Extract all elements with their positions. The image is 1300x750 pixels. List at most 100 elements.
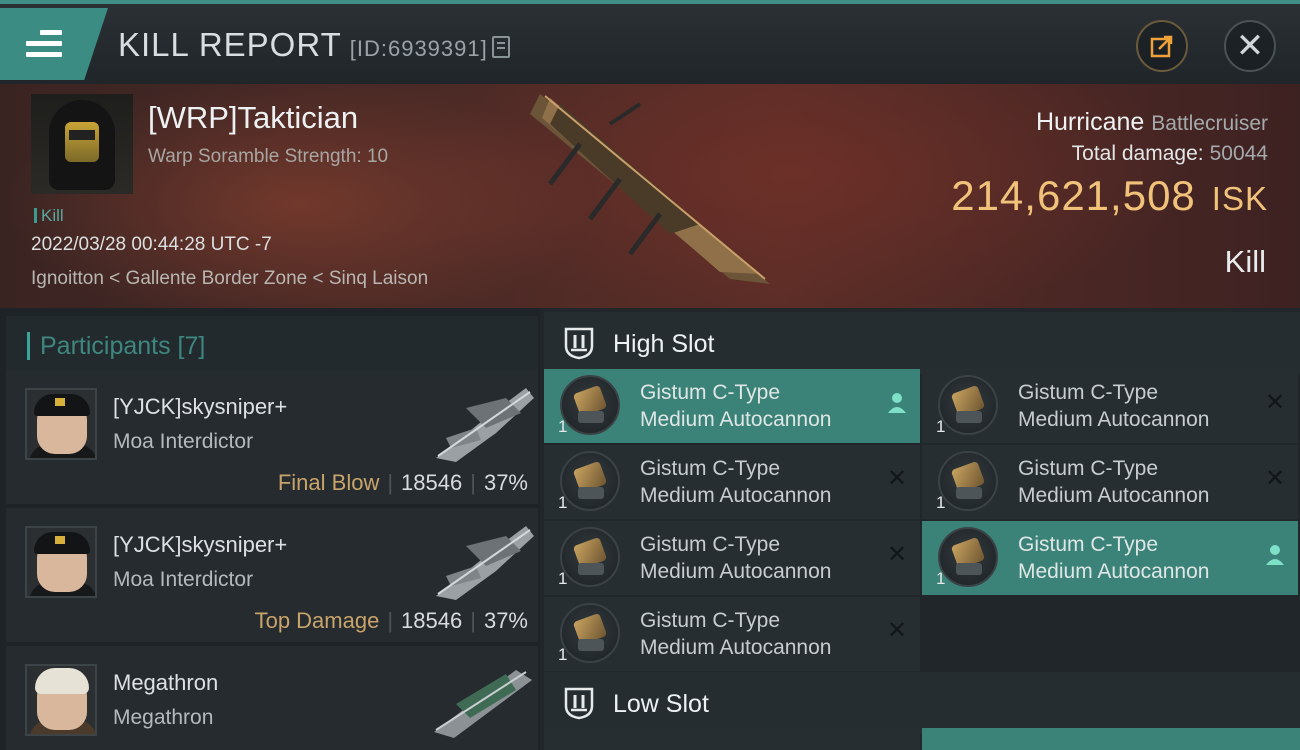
module-name: Gistum C-Type [640, 457, 781, 480]
module-name: Gistum C-Type [1018, 533, 1159, 556]
isk-value: 214,621,508 ISK [951, 172, 1268, 220]
victim-name[interactable]: [WRP]Taktician [148, 100, 358, 136]
low-slot-module-partial[interactable] [544, 728, 920, 750]
participant-percent: 37% [483, 470, 528, 495]
participant-tag: Final Blow [277, 470, 380, 495]
module-name: Gistum C-Type [640, 609, 781, 632]
module-quantity: 1 [558, 569, 568, 588]
menu-button[interactable] [0, 8, 108, 80]
victim-portrait[interactable] [31, 94, 133, 194]
kill-location[interactable]: Ignoitton < Gallente Border Zone < Sinq … [31, 268, 428, 290]
module-type: Medium Autocannon [640, 484, 832, 507]
total-damage-value: 50044 [1209, 142, 1268, 165]
participant-name: Megathron [113, 670, 219, 695]
module-quantity: 1 [936, 493, 946, 512]
close-icon: ✕ [1235, 27, 1265, 65]
participant-card[interactable]: Megathron Megathron [6, 646, 538, 750]
participant-stats: Final Blow | 18546 | 37% [277, 470, 528, 495]
module-type: Medium Autocannon [1018, 408, 1210, 431]
autocannon-icon [938, 375, 998, 435]
kill-tag: Kill [34, 206, 64, 226]
autocannon-icon [938, 451, 998, 511]
destroyed-x-icon: ✕ [1264, 465, 1286, 492]
participants-title: Participants [7] [40, 332, 206, 360]
module-item[interactable]: 1 Gistum C-Type Medium Autocannon ✕ [922, 369, 1298, 443]
slot-shield-icon [564, 327, 594, 360]
module-quantity: 1 [558, 493, 568, 512]
autocannon-icon [560, 603, 620, 663]
module-quantity: 1 [558, 645, 568, 664]
isk-unit: ISK [1211, 180, 1268, 217]
module-type: Medium Autocannon [1018, 560, 1210, 583]
victim-ship-render [530, 94, 770, 284]
module-item[interactable]: 1 Gistum C-Type Medium Autocannon ✕ [544, 521, 920, 595]
low-slot-module-partial[interactable] [922, 728, 1300, 750]
participant-ship: Moa Interdictor [113, 430, 254, 453]
person-icon [888, 393, 906, 413]
module-type: Medium Autocannon [640, 560, 832, 583]
page-title: KILL REPORT [ID:6939391] [118, 26, 510, 64]
module-item[interactable]: 1 Gistum C-Type Medium Autocannon ✕ [922, 445, 1298, 519]
participant-card[interactable]: [YJCK]skysniper+ Moa Interdictor Final B… [6, 370, 538, 504]
total-damage: Total damage: 50044 [1072, 142, 1268, 166]
module-quantity: 1 [936, 569, 946, 588]
participant-ship: Megathron [113, 706, 214, 729]
autocannon-icon [560, 451, 620, 511]
victim-ship-class: Battlecruiser [1151, 112, 1268, 135]
destroyed-x-icon: ✕ [1264, 389, 1286, 416]
participant-percent: 37% [483, 608, 528, 633]
participant-ship-image [436, 388, 534, 462]
module-type: Medium Autocannon [1018, 484, 1210, 507]
module-name: Gistum C-Type [1018, 457, 1159, 480]
module-name: Gistum C-Type [1018, 381, 1159, 404]
isk-amount: 214,621,508 [951, 172, 1196, 219]
participants-header: Participants [7] [6, 316, 538, 376]
participant-ship: Moa Interdictor [113, 568, 254, 591]
high-slot-label: High Slot [613, 330, 715, 358]
avatar [25, 526, 97, 598]
module-item[interactable]: 1 Gistum C-Type Medium Autocannon ✕ [544, 445, 920, 519]
destroyed-x-icon: ✕ [886, 465, 908, 492]
participant-ship-image [436, 526, 534, 600]
module-item[interactable]: 1 Gistum C-Type Medium Autocannon [544, 369, 920, 443]
low-slot-label: Low Slot [613, 690, 709, 718]
report-id: [ID:6939391] [349, 36, 488, 61]
copy-icon[interactable] [491, 36, 510, 58]
share-icon [1150, 35, 1173, 58]
participants-panel: Participants [7] [YJCK]skysniper+ Moa In… [0, 308, 540, 750]
close-button[interactable]: ✕ [1224, 20, 1276, 72]
share-button[interactable] [1136, 20, 1188, 72]
total-damage-label: Total damage: [1071, 142, 1204, 165]
slot-shield-icon [564, 687, 594, 720]
victim-ship[interactable]: Hurricane Battlecruiser [1036, 108, 1268, 137]
autocannon-icon [560, 527, 620, 587]
participant-name: [YJCK]skysniper+ [113, 532, 288, 557]
person-icon [1266, 545, 1284, 565]
participant-tag: Top Damage [254, 608, 380, 633]
participant-name: [YJCK]skysniper+ [113, 394, 288, 419]
module-type: Medium Autocannon [640, 408, 832, 431]
module-name: Gistum C-Type [640, 381, 781, 404]
participant-damage: 18546 [401, 470, 463, 495]
module-item[interactable]: 1 Gistum C-Type Medium Autocannon ✕ [544, 597, 920, 671]
fitting-panel: High Slot 1 Gistum C-Type Medium Autocan… [540, 308, 1300, 750]
autocannon-icon [560, 375, 620, 435]
autocannon-icon [938, 527, 998, 587]
destroyed-x-icon: ✕ [886, 541, 908, 568]
avatar [25, 388, 97, 460]
participant-ship-image [434, 670, 532, 738]
kill-datetime: 2022/03/28 00:44:28 UTC -7 [31, 234, 272, 255]
participant-card[interactable]: [YJCK]skysniper+ Moa Interdictor Top Dam… [6, 508, 538, 642]
destroyed-x-icon: ✕ [886, 617, 908, 644]
high-slot-header: High Slot [544, 312, 1300, 374]
module-quantity: 1 [936, 417, 946, 436]
participant-stats: Top Damage | 18546 | 37% [254, 608, 528, 633]
module-item[interactable]: 1 Gistum C-Type Medium Autocannon [922, 521, 1298, 595]
victim-ship-name: Hurricane [1035, 108, 1145, 136]
low-slot-header: Low Slot [544, 672, 1300, 734]
victim-subtitle: Warp Soramble Strength: 10 [148, 146, 389, 167]
hamburger-icon [26, 30, 62, 58]
module-type: Medium Autocannon [640, 636, 832, 659]
title-text: KILL REPORT [118, 26, 342, 63]
module-quantity: 1 [558, 417, 568, 436]
